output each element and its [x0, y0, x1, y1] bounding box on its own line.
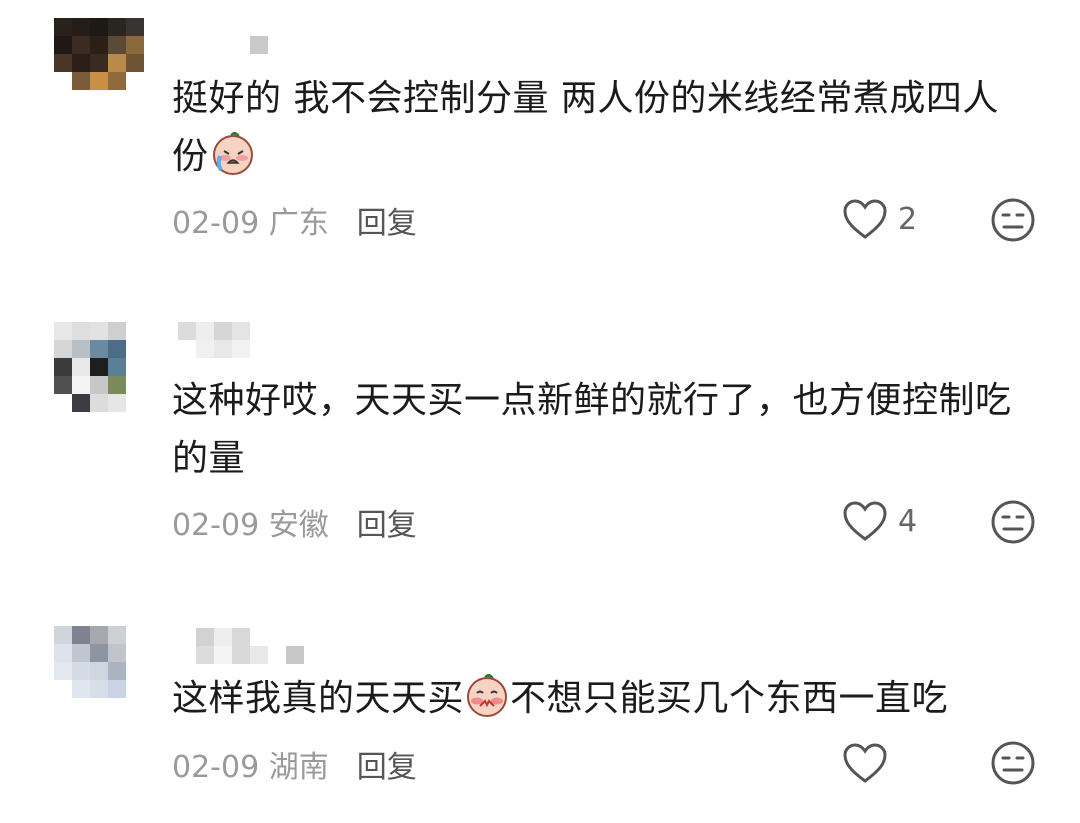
avatar[interactable] — [54, 322, 144, 412]
username-redacted[interactable] — [178, 322, 250, 340]
comment-date-location: 02-09 安徽 — [172, 508, 329, 543]
comment-meta: 02-09 湖南 回复 — [172, 742, 417, 786]
heart-outline-icon — [843, 743, 887, 783]
username-redacted — [178, 646, 304, 664]
like-button[interactable] — [842, 742, 898, 784]
like-button[interactable]: 4 — [842, 500, 917, 542]
comment-text: 这样我真的天天买 不想只能买几个东西一直吃 — [172, 670, 1032, 728]
neutral-face-icon[interactable] — [990, 740, 1036, 786]
avatar[interactable] — [54, 18, 144, 108]
reply-button[interactable]: 回复 — [357, 742, 417, 786]
like-count: 2 — [898, 201, 918, 237]
crying-face-sticker-icon — [212, 132, 253, 175]
comment-text: 这种好哎，天天买一点新鲜的就行了，也方便控制吃的量 — [172, 380, 1012, 479]
comment-meta: 02-09 广东 回复 — [172, 198, 417, 242]
neutral-face-icon[interactable] — [990, 197, 1036, 243]
username-redacted — [178, 340, 250, 358]
heart-outline-icon — [843, 501, 887, 541]
like-count: 4 — [898, 503, 918, 539]
shy-face-sticker-icon — [467, 674, 508, 717]
comment-meta: 02-09 安徽 回复 — [172, 500, 417, 544]
reply-button[interactable]: 回复 — [357, 500, 417, 544]
avatar[interactable] — [54, 626, 144, 716]
comment-text: 挺好的 我不会控制分量 两人份的米线经常煮成四人份 — [172, 78, 999, 177]
like-button[interactable]: 2 — [842, 198, 917, 240]
comment-date-location: 02-09 广东 — [172, 206, 329, 241]
username-redacted[interactable] — [250, 36, 268, 54]
heart-outline-icon — [843, 199, 887, 239]
reply-button[interactable]: 回复 — [357, 198, 417, 242]
username-redacted[interactable] — [178, 628, 304, 646]
comment-date-location: 02-09 湖南 — [172, 750, 329, 785]
neutral-face-icon[interactable] — [990, 499, 1036, 545]
